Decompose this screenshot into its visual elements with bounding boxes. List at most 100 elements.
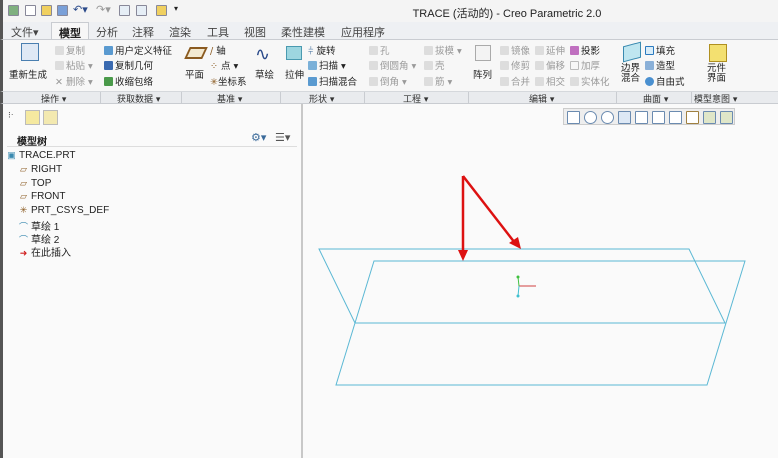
paste-icon (55, 61, 64, 70)
tree-item-label: 在此插入 (31, 248, 71, 259)
shrinkwrap-label: 收缩包络 (115, 77, 154, 88)
project-label: 投影 (581, 46, 601, 57)
swept-blend-label: 扫描混合 (319, 77, 358, 88)
insert-here-arrow-icon: ➜ (19, 248, 28, 258)
delete-button[interactable]: ✕ 删除 ▾ (55, 74, 93, 88)
swept-blend-button[interactable]: 扫描混合 (308, 74, 357, 88)
style-label: 造型 (656, 61, 676, 72)
chamfer-icon (369, 77, 378, 86)
tab-file[interactable]: 文件▾ (11, 24, 39, 40)
trim-label: 修剪 (511, 61, 531, 72)
tree-item-insert-here[interactable]: ➜ 在此插入 (18, 244, 71, 259)
copy-geometry-label: 复制几何 (115, 61, 154, 72)
tree-item-right[interactable]: ▱ RIGHT (18, 164, 62, 175)
revolve-button[interactable]: ⫩ 旋转 (308, 43, 336, 57)
tab-render[interactable]: 渲染 (169, 24, 191, 40)
plane-button[interactable]: 平面 (185, 67, 204, 81)
offset-button[interactable]: 偏移 (535, 58, 565, 72)
ribbon: 重新生成 复制 粘贴 ▾ ✕ 删除 ▾ 用户定义特征 复制几何 收缩包络 平面 … (0, 39, 778, 91)
chamfer-button[interactable]: 倒角 ▾ (369, 74, 407, 88)
extrude-button[interactable]: 拉伸 (285, 67, 304, 81)
style-button[interactable]: 造型 (645, 58, 675, 72)
mirror-button[interactable]: 镜像 (500, 43, 530, 57)
extrude-icon (286, 46, 302, 60)
boundary-blend-icon (623, 41, 641, 63)
tab-applications[interactable]: 应用程序 (341, 24, 385, 40)
shell-icon (424, 61, 433, 70)
udf-icon (104, 46, 113, 55)
tree-show-icon[interactable]: ☰▾ (275, 131, 290, 144)
thicken-label: 加厚 (581, 61, 601, 72)
udf-button[interactable]: 用户定义特征 (104, 43, 172, 57)
ribbon-group-labels: 操作 ▾ 获取数据 ▾ 基准 ▾ 形状 ▾ 工程 ▾ 编辑 ▾ 曲面 ▾ 模型意… (0, 91, 778, 105)
shrinkwrap-button[interactable]: 收缩包络 (104, 74, 153, 88)
extend-label: 延伸 (546, 46, 566, 57)
tab-analysis[interactable]: 分析 (96, 24, 118, 40)
graphics-area[interactable] (303, 104, 778, 458)
tree-settings-icon[interactable]: ⚙▾ (251, 131, 266, 144)
rib-label: 筋 (435, 77, 445, 88)
tab-tools[interactable]: 工具 (207, 24, 229, 40)
favorites-tab-icon[interactable] (43, 110, 58, 125)
copy-button[interactable]: 复制 (55, 43, 85, 57)
point-button[interactable]: ⁘ 点 ▾ (210, 58, 238, 72)
boundary-blend-button[interactable]: 边界混合 (621, 64, 643, 84)
tab-annotate[interactable]: 注释 (132, 24, 154, 40)
paste-button[interactable]: 粘贴 ▾ (55, 58, 93, 72)
round-icon (369, 61, 378, 70)
draft-button[interactable]: 拔模 ▾ (424, 43, 462, 57)
datum-plane-icon: ▱ (20, 164, 27, 174)
tree-item-label: RIGHT (31, 164, 63, 175)
merge-button[interactable]: 合并 (500, 74, 530, 88)
copy-geometry-button[interactable]: 复制几何 (104, 58, 153, 72)
part-icon: ▣ (7, 150, 16, 160)
tree-item-top[interactable]: ▱ TOP (18, 178, 51, 189)
project-button[interactable]: 投影 (570, 43, 600, 57)
offset-icon (535, 61, 544, 70)
component-interface-button[interactable]: 元件界面 (707, 64, 729, 84)
regenerate-button[interactable]: 重新生成 (9, 67, 47, 81)
model-tree-tab-icon[interactable]: ⁝ᐧ (8, 111, 13, 121)
intersect-icon (535, 77, 544, 86)
freestyle-button[interactable]: 自由式 (645, 74, 685, 88)
hole-icon (369, 46, 378, 55)
project-icon (570, 46, 579, 55)
tree-item-part[interactable]: ▣ TRACE.PRT (6, 150, 75, 161)
extend-button[interactable]: 延伸 (535, 43, 565, 57)
trim-button[interactable]: 修剪 (500, 58, 530, 72)
tab-flexible-modeling[interactable]: 柔性建模 (281, 24, 325, 40)
tab-view[interactable]: 视图 (244, 24, 266, 40)
shell-button[interactable]: 壳 (424, 58, 445, 72)
csys-button[interactable]: ✳坐标系 (210, 74, 246, 88)
arrow-head-vertical (458, 250, 468, 261)
datum-plane-icon: ▱ (20, 178, 27, 188)
csys-icon: ✳ (19, 205, 28, 215)
solidify-button[interactable]: 实体化 (570, 74, 610, 88)
sketch-button[interactable]: 草绘 (255, 67, 274, 81)
sketch-icon: ∿ (255, 44, 271, 65)
fill-icon (645, 46, 654, 55)
folder-browser-tab-icon[interactable] (25, 110, 40, 125)
pattern-button[interactable]: 阵列 (473, 67, 492, 81)
freestyle-label: 自由式 (656, 77, 685, 88)
intersect-button[interactable]: 相交 (535, 74, 565, 88)
model-tree-header: 模型树 ⚙▾ ☰▾ (7, 130, 297, 148)
axis-button[interactable]: / 轴 (210, 43, 226, 57)
shrinkwrap-icon (104, 77, 113, 86)
round-button[interactable]: 倒圆角 ▾ (369, 58, 416, 72)
title-bar: ↶▾ ↷▾ ▾ TRACE (活动的) - Creo Parametric 2.… (0, 0, 778, 22)
sweep-icon (308, 61, 317, 70)
delete-label: 删除 (65, 77, 85, 88)
fill-button[interactable]: 填充 (645, 43, 675, 57)
rib-button[interactable]: 筋 ▾ (424, 74, 452, 88)
tree-item-front[interactable]: ▱ FRONT (18, 191, 65, 202)
tab-model[interactable]: 模型 (51, 22, 89, 40)
tree-item-label: TOP (31, 178, 52, 189)
copy-label: 复制 (66, 46, 86, 57)
trajectory-line-diagonal (462, 175, 516, 244)
hole-button[interactable]: 孔 (369, 43, 390, 57)
thicken-button[interactable]: 加厚 (570, 58, 600, 72)
sweep-button[interactable]: 扫描 ▾ (308, 58, 346, 72)
tree-item-csys[interactable]: ✳ PRT_CSYS_DEF (18, 205, 109, 216)
round-label: 倒圆角 (380, 61, 409, 72)
